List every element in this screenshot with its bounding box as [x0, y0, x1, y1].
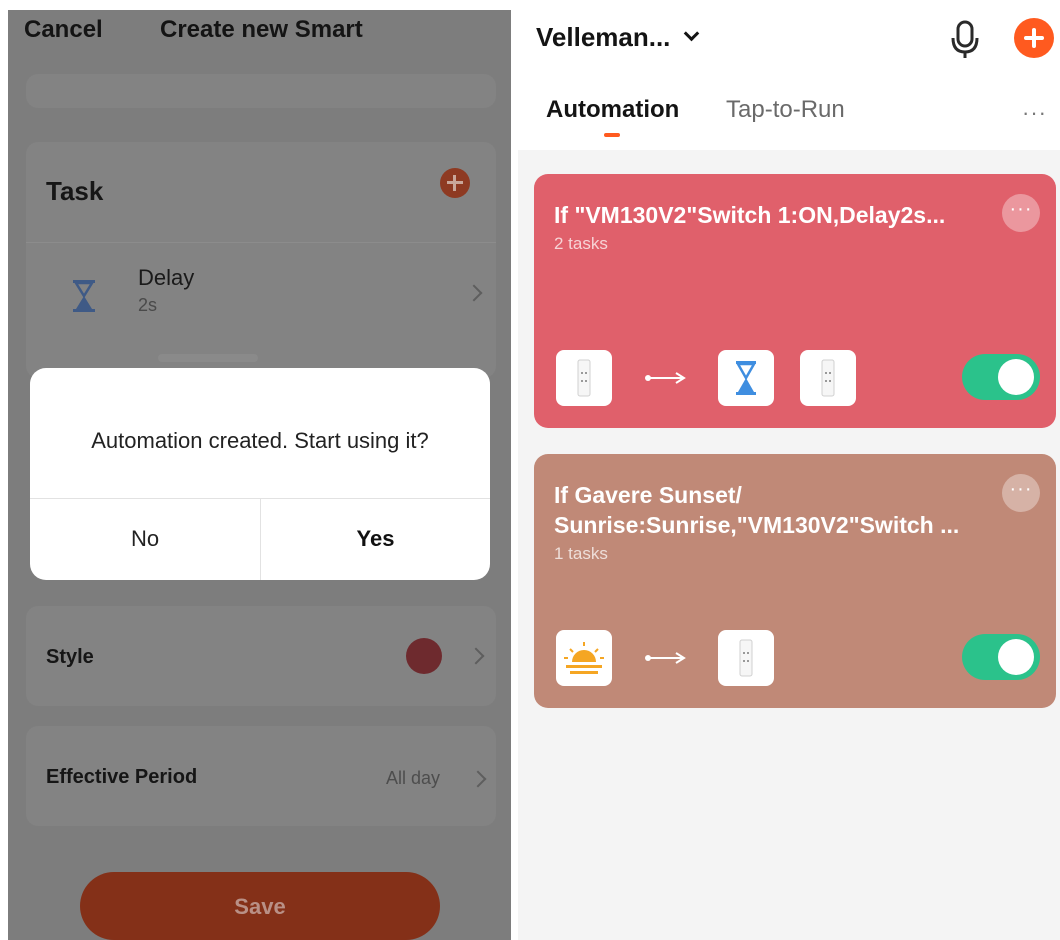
automation-card[interactable]: If "VM130V2"Switch 1:ON,Delay2s... 2 tas… [534, 174, 1056, 428]
obscured-row [158, 354, 258, 362]
hourglass-icon [73, 280, 95, 312]
arrow-icon [645, 372, 686, 384]
chevron-down-icon[interactable] [683, 25, 700, 42]
automation-title: If Gavere Sunset/ Sunrise:Sunrise,"VM130… [554, 482, 960, 538]
style-row[interactable]: Style [26, 606, 496, 706]
effective-period-row[interactable]: Effective Period All day [26, 726, 496, 826]
automation-enable-toggle[interactable] [962, 634, 1040, 680]
effective-period-value: All day [386, 768, 441, 788]
delay-tile [718, 350, 774, 406]
home-selector[interactable]: Velleman... [536, 22, 670, 53]
dialog-no-button[interactable]: No [30, 498, 260, 580]
microphone-icon[interactable] [948, 20, 982, 60]
chevron-right-icon [467, 647, 485, 665]
switch-tile [800, 350, 856, 406]
save-label: Save [234, 894, 286, 919]
save-button[interactable]: Save [80, 872, 440, 940]
tab-tap-to-run[interactable]: Tap-to-Run [726, 96, 845, 124]
switch-icon [739, 639, 753, 677]
automation-list-screen: Velleman... Automation Tap-to-Run ··· If… [518, 0, 1060, 940]
style-label: Style [46, 646, 94, 668]
task-row-delay[interactable]: Delay 2s [26, 242, 496, 338]
effective-period-label: Effective Period [46, 766, 198, 788]
automation-title: If "VM130V2"Switch 1:ON,Delay2s... [554, 202, 946, 228]
chevron-right-icon [469, 770, 487, 788]
automation-more-button[interactable]: ··· [1002, 194, 1040, 232]
tab-automation[interactable]: Automation [546, 96, 679, 124]
more-options-button[interactable]: ··· [1022, 100, 1047, 126]
automation-enable-toggle[interactable] [962, 354, 1040, 400]
top-bar: Cancel Create new Smart [8, 10, 511, 70]
task-title: Task [46, 176, 104, 206]
hourglass-icon [735, 361, 757, 395]
automation-task-count: 1 tasks [554, 544, 608, 563]
sunrise-icon [564, 642, 604, 674]
create-smart-screen: Cancel Create new Smart Task Delay 2s St… [8, 10, 511, 940]
confirm-dialog: Automation created. Start using it? No Y… [30, 368, 490, 580]
task-value: 2s [138, 295, 158, 315]
page-title: Create new Smart [160, 16, 363, 43]
dialog-yes-button[interactable]: Yes [261, 498, 490, 580]
automation-more-button[interactable]: ··· [1002, 474, 1040, 512]
automation-card[interactable]: If Gavere Sunset/ Sunrise:Sunrise,"VM130… [534, 454, 1056, 708]
chevron-right-icon [465, 284, 483, 302]
add-task-button[interactable] [440, 168, 470, 198]
arrow-icon [645, 652, 686, 664]
active-tab-indicator [604, 133, 620, 137]
dialog-message: Automation created. Start using it? [91, 428, 429, 453]
automation-task-count: 2 tasks [554, 234, 608, 253]
add-scene-button[interactable] [1014, 18, 1054, 58]
condition-card [26, 74, 496, 108]
style-color-swatch [406, 638, 442, 674]
switch-tile [718, 630, 774, 686]
switch-icon [577, 359, 591, 397]
cancel-button[interactable]: Cancel [24, 16, 103, 44]
header: Velleman... Automation Tap-to-Run ··· [518, 0, 1060, 150]
sunrise-tile [556, 630, 612, 686]
task-card: Task Delay 2s [26, 142, 496, 378]
task-label: Delay [138, 265, 195, 290]
switch-tile [556, 350, 612, 406]
switch-icon [821, 359, 835, 397]
